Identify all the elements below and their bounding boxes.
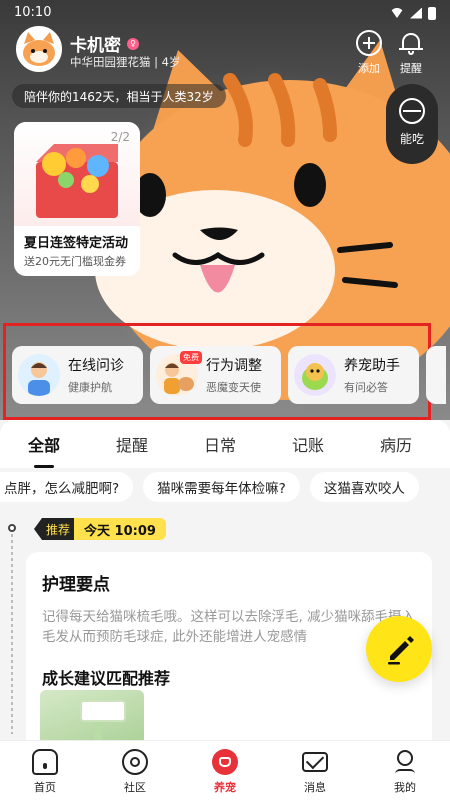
can-eat-label: 能吃 — [399, 132, 424, 146]
pet-name-row: 卡机密 ♀ — [70, 31, 139, 56]
nav-pet-care[interactable]: 养宠 — [180, 741, 270, 800]
tab-all[interactable]: 全部 — [0, 432, 88, 468]
promo-page-indicator: 2/2 — [110, 130, 130, 144]
remind-label: 提醒 — [400, 62, 422, 75]
topic-chip[interactable]: 这猫喜欢咬人 — [309, 472, 419, 502]
topic-chips: 点胖，怎么减肥啊? 猫咪需要每年体检嘛? 这猫喜欢咬人 — [0, 472, 450, 510]
tab-accounting[interactable]: 记账 — [264, 432, 352, 456]
home-icon — [32, 749, 58, 775]
pet-name: 卡机密 — [70, 36, 121, 56]
service-title: 养宠助手 — [344, 358, 400, 374]
service-online-consult[interactable]: 在线问诊 健康护航 — [12, 346, 143, 404]
tab-daily[interactable]: 日常 — [176, 432, 264, 456]
pet-icon — [212, 749, 238, 775]
recommend-tag: 推荐 — [34, 518, 79, 540]
nav-label: 社区 — [124, 781, 146, 794]
pencil-icon — [388, 636, 414, 665]
tab-remind[interactable]: 提醒 — [88, 432, 176, 456]
service-title: 在线问诊 — [68, 358, 124, 374]
service-behavior-adjust[interactable]: 免费 行为调整 恶魔变天使 — [150, 346, 281, 404]
companion-days-badge: 陪伴你的1462天，相当于人类32岁 — [12, 84, 226, 108]
service-pet-assistant[interactable]: 养宠助手 有问必答 — [288, 346, 419, 404]
nav-community[interactable]: 社区 — [90, 741, 180, 800]
promo-card[interactable]: 2/2 夏日连签特定活动 送20元无门槛现金券 — [14, 122, 140, 276]
nav-label: 我的 — [394, 781, 416, 794]
nav-messages[interactable]: 消息 — [270, 741, 360, 800]
add-button[interactable]: 添加 — [349, 30, 389, 76]
bottom-navigation: 首页 社区 养宠 消息 我的 — [0, 740, 450, 800]
nav-me[interactable]: 我的 — [360, 741, 450, 800]
add-label: 添加 — [358, 62, 380, 75]
record-tabs: 全部 提醒 日常 记账 病历 — [0, 420, 450, 468]
tab-medical[interactable]: 病历 — [352, 432, 440, 456]
service-subtitle: 恶魔变天使 — [206, 381, 261, 394]
free-badge: 免费 — [180, 351, 202, 364]
plus-circle-icon — [356, 30, 382, 56]
service-subtitle: 有问必答 — [344, 381, 388, 394]
topic-chip[interactable]: 点胖，怎么减肥啊? — [0, 472, 134, 502]
timeline-line — [11, 534, 13, 734]
wifi-icon — [390, 8, 404, 18]
services-row: 在线问诊 健康护航 免费 行为调整 恶魔变天使 养宠助手 有问必答 — [12, 346, 446, 404]
status-bar: 10:10 — [0, 0, 450, 26]
signal-icon — [410, 7, 422, 19]
service-title: 行为调整 — [206, 358, 262, 374]
timeline-dot — [8, 524, 16, 532]
nav-home[interactable]: 首页 — [0, 741, 90, 800]
doctor-icon — [18, 354, 60, 396]
card-subtitle: 成长建议匹配推荐 — [42, 669, 171, 688]
service-more-peek[interactable] — [426, 346, 446, 404]
gender-icon: ♀ — [127, 37, 139, 50]
bell-icon — [398, 30, 424, 56]
nav-label: 首页 — [34, 781, 56, 794]
user-icon — [392, 749, 418, 775]
pet-description: 中华田园狸花猫 | 4岁 — [70, 55, 181, 69]
edit-fab[interactable] — [366, 616, 432, 682]
battery-icon — [428, 6, 436, 20]
community-icon — [122, 749, 148, 775]
mail-icon — [302, 752, 328, 772]
avatar[interactable] — [16, 26, 62, 72]
feed-time: 今天 10:09 — [74, 518, 166, 540]
card-text: 记得每天给猫咪梳毛哦。这样可以去除浮毛, 减少猫咪舔毛摄入毛发从而预防毛球症, … — [42, 609, 416, 645]
topic-chip[interactable]: 猫咪需要每年体检嘛? — [143, 472, 300, 502]
remind-button[interactable]: 提醒 — [391, 30, 431, 76]
promo-title: 夏日连签特定活动 — [24, 236, 129, 251]
nav-label: 养宠 — [214, 781, 236, 794]
status-time: 10:10 — [14, 5, 52, 20]
service-subtitle: 健康护航 — [68, 381, 112, 394]
bowl-icon — [399, 98, 425, 124]
card-title: 护理要点 — [42, 575, 110, 595]
promo-subtitle: 送20元无门槛现金券 — [24, 255, 126, 268]
assistant-icon — [294, 354, 336, 396]
can-eat-button[interactable]: 能吃 — [386, 84, 438, 164]
nav-label: 消息 — [304, 781, 326, 794]
